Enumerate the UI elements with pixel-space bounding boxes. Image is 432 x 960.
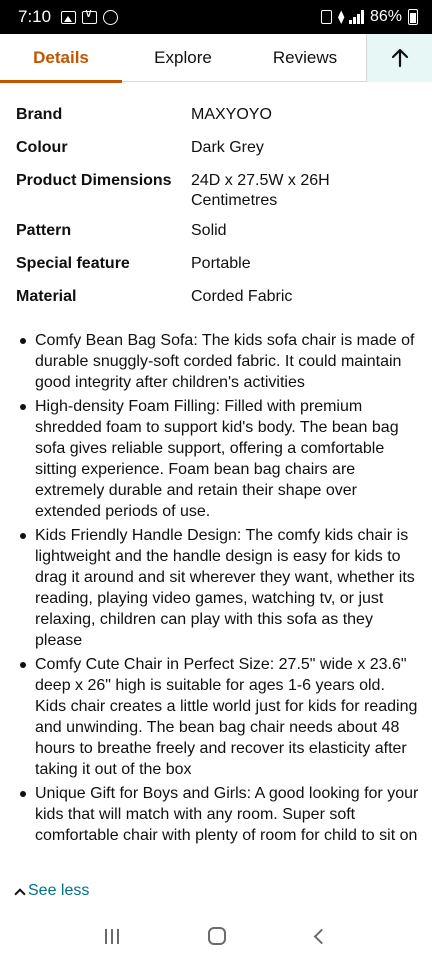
spec-row-colour: Colour Dark Grey [16, 133, 416, 166]
see-less-link[interactable]: See less [14, 882, 90, 900]
back-to-top-button[interactable] [366, 34, 432, 82]
tab-details[interactable]: Details [0, 34, 122, 83]
feature-bullet: Unique Gift for Boys and Girls: A good l… [16, 783, 420, 846]
feature-bullet: Comfy Bean Bag Sofa: The kids sofa chair… [16, 330, 420, 393]
spec-key: Brand [16, 106, 63, 123]
spec-key: Pattern [16, 222, 72, 239]
feature-bullet: Comfy Cute Chair in Perfect Size: 27.5" … [16, 654, 420, 780]
home-icon[interactable] [208, 927, 227, 945]
battery-icon [408, 9, 418, 25]
sync-notification-icon [103, 9, 119, 25]
status-right: ⧫ 86% [321, 8, 418, 26]
tab-bar: Details Explore Reviews [0, 34, 432, 83]
tab-reviews[interactable]: Reviews [244, 34, 366, 82]
spec-key: Colour [16, 139, 68, 156]
spec-value: Portable [191, 255, 251, 272]
product-specs-table: Brand MAXYOYO Colour Dark Grey Product D… [16, 100, 416, 315]
gallery-notification-icon [61, 10, 77, 24]
spec-row-pattern: Pattern Solid [16, 216, 416, 249]
feature-bullet-list: Comfy Bean Bag Sofa: The kids sofa chair… [16, 330, 420, 849]
feature-bullet: High-density Foam Filling: Filled with p… [16, 396, 420, 522]
lock-icon [321, 10, 333, 24]
spec-value: Dark Grey [191, 139, 264, 156]
system-navigation-bar [0, 912, 432, 960]
spec-key: Product Dimensions [16, 172, 172, 189]
wifi-icon: ⧫ [338, 9, 345, 24]
see-less-label: See less [28, 882, 90, 899]
spec-row-dimensions: Product Dimensions 24D x 27.5W x 26H Cen… [16, 166, 416, 216]
spec-value: Corded Fabric [191, 288, 293, 305]
spec-value: 24D x 27.5W x 26H Centimetres [191, 172, 330, 209]
spec-row-brand: Brand MAXYOYO [16, 100, 416, 133]
back-icon[interactable] [313, 928, 330, 944]
chevron-up-icon [14, 887, 26, 900]
arrow-up-icon [391, 48, 408, 68]
spec-key: Material [16, 288, 77, 305]
spec-row-special-feature: Special feature Portable [16, 249, 416, 282]
spec-value: Solid [191, 222, 227, 239]
spec-row-material: Material Corded Fabric [16, 282, 416, 315]
status-bar: 7:10 ⧫ 86% [0, 0, 432, 34]
status-left: 7:10 [18, 6, 119, 27]
spec-value: MAXYOYO [191, 106, 272, 123]
feature-bullet: Kids Friendly Handle Design: The comfy k… [16, 525, 420, 651]
recent-apps-icon[interactable] [104, 928, 119, 944]
battery-percent: 86% [369, 8, 402, 25]
spec-key: Special feature [16, 255, 130, 272]
signal-icon [349, 10, 364, 24]
mail-notification-icon [82, 6, 98, 24]
status-time: 7:10 [18, 7, 52, 26]
tab-explore[interactable]: Explore [122, 34, 244, 82]
